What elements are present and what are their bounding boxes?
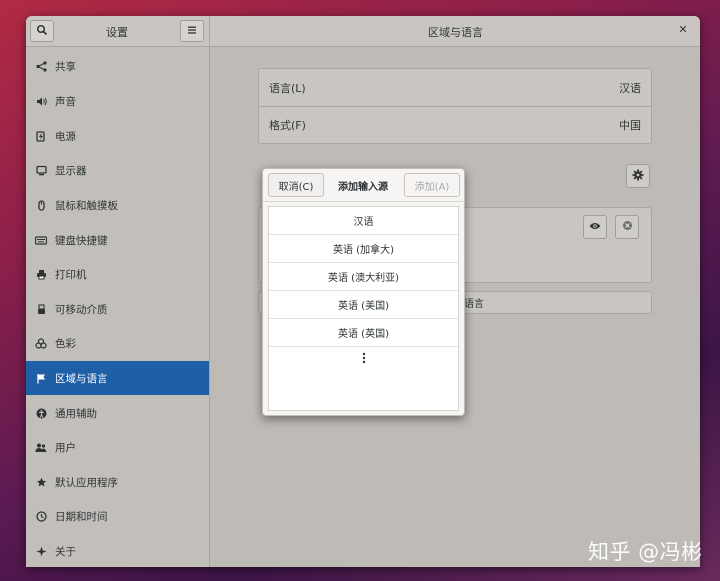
sidebar-item-label: 色彩	[55, 337, 76, 350]
sidebar-item-label: 可移动介质	[55, 303, 108, 316]
sidebar-item-power[interactable]: 电源	[26, 119, 209, 153]
gear-icon	[632, 169, 644, 184]
accessibility-icon	[35, 407, 47, 419]
speaker-icon	[35, 95, 47, 107]
sidebar-item-label: 关于	[55, 545, 76, 558]
dialog-title: 添加输入源	[338, 182, 388, 193]
list-item[interactable]: 汉语	[269, 207, 458, 235]
list-item-label: 英语 (美国)	[338, 301, 389, 312]
sidebar: 共享 声音 电源 显示器 鼠标和触摸板 键盘快捷键 打印机 可移动介质 色彩 区…	[26, 47, 210, 567]
language-label: 语言(L)	[269, 81, 306, 95]
add-label: 添加(A)	[414, 181, 450, 193]
sidebar-item-label: 电源	[55, 130, 76, 143]
close-button[interactable]: ✕	[676, 23, 690, 37]
dialog-header: 取消(C) 添加输入源 添加(A)	[263, 169, 464, 202]
language-row[interactable]: 语言(L) 汉语	[259, 69, 651, 106]
users-icon	[35, 441, 47, 453]
sidebar-item-keyboard[interactable]: 键盘快捷键	[26, 223, 209, 257]
sidebar-item-date-time[interactable]: 日期和时间	[26, 499, 209, 533]
remove-input-source-button[interactable]	[615, 215, 639, 239]
list-item[interactable]: 英语 (美国)	[269, 291, 458, 319]
display-icon	[35, 164, 47, 176]
header-bar: 设置 区域与语言 ✕	[26, 16, 700, 47]
more-row[interactable]	[269, 347, 458, 371]
sidebar-item-removable-media[interactable]: 可移动介质	[26, 292, 209, 326]
sidebar-item-label: 区域与语言	[55, 372, 108, 385]
sidebar-item-mouse[interactable]: 鼠标和触摸板	[26, 188, 209, 222]
flag-icon	[35, 372, 47, 384]
sidebar-item-label: 用户	[55, 441, 76, 454]
removable-media-icon	[35, 303, 47, 315]
share-icon	[35, 60, 47, 72]
eye-icon	[589, 221, 601, 234]
search-icon	[36, 24, 48, 39]
close-icon: ✕	[678, 23, 688, 36]
sidebar-item-label: 打印机	[55, 268, 87, 281]
header-separator	[209, 16, 210, 46]
list-item-label: 英语 (英国)	[338, 329, 389, 340]
formats-row[interactable]: 格式(F) 中国	[259, 106, 651, 143]
sidebar-item-accessibility[interactable]: 通用辅助	[26, 396, 209, 430]
search-button[interactable]	[30, 20, 54, 42]
sidebar-title: 设置	[106, 26, 128, 39]
menu-button[interactable]	[180, 20, 204, 42]
power-icon	[35, 130, 47, 142]
sidebar-item-sharing[interactable]: 共享	[26, 49, 209, 83]
sidebar-item-label: 共享	[55, 60, 76, 73]
sidebar-item-label: 日期和时间	[55, 510, 108, 523]
cancel-button[interactable]: 取消(C)	[268, 173, 324, 197]
more-vertical-icon	[362, 352, 366, 367]
sidebar-item-region-language[interactable]: 区域与语言	[26, 361, 209, 395]
sidebar-item-label: 通用辅助	[55, 407, 97, 420]
sidebar-item-printers[interactable]: 打印机	[26, 257, 209, 291]
input-source-list: 汉语 英语 (加拿大) 英语 (澳大利亚) 英语 (美国) 英语 (英国)	[268, 206, 459, 411]
watermark: 知乎 @冯彬	[588, 540, 703, 564]
add-input-source-dialog: 取消(C) 添加输入源 添加(A) 汉语 英语 (加拿大) 英语 (澳大利亚) …	[262, 168, 465, 416]
list-item-label: 汉语	[353, 217, 374, 228]
list-item[interactable]: 英语 (澳大利亚)	[269, 263, 458, 291]
add-button[interactable]: 添加(A)	[404, 173, 460, 197]
sidebar-item-label: 显示器	[55, 164, 87, 177]
formats-label: 格式(F)	[269, 119, 306, 132]
input-options-button[interactable]	[626, 164, 650, 188]
sidebar-item-color[interactable]: 色彩	[26, 326, 209, 360]
sidebar-item-users[interactable]: 用户	[26, 430, 209, 464]
sidebar-item-label: 键盘快捷键	[55, 234, 108, 247]
content-title: 区域与语言	[428, 26, 483, 39]
hamburger-icon	[187, 25, 197, 38]
list-item[interactable]: 英语 (加拿大)	[269, 235, 458, 263]
language-value: 汉语	[619, 81, 641, 95]
sidebar-item-displays[interactable]: 显示器	[26, 153, 209, 187]
keyboard-icon	[35, 234, 47, 246]
sidebar-item-sound[interactable]: 声音	[26, 84, 209, 118]
star-icon	[35, 476, 47, 488]
list-item-label: 英语 (澳大利亚)	[328, 273, 399, 284]
sidebar-item-label: 鼠标和触摸板	[55, 199, 118, 212]
cancel-label: 取消(C)	[278, 181, 314, 193]
formats-value: 中国	[619, 119, 641, 132]
preview-layout-button[interactable]	[583, 215, 607, 239]
sidebar-item-label: 声音	[55, 95, 76, 108]
color-icon	[35, 337, 47, 349]
printer-icon	[35, 268, 47, 280]
list-item-label: 英语 (加拿大)	[333, 245, 394, 256]
sidebar-item-default-apps[interactable]: 默认应用程序	[26, 465, 209, 499]
sidebar-item-about[interactable]: 关于	[26, 534, 209, 567]
mouse-icon	[35, 199, 47, 211]
sidebar-item-label: 默认应用程序	[55, 476, 118, 489]
sparkle-icon	[35, 545, 47, 557]
clock-icon	[35, 510, 47, 522]
list-item[interactable]: 英语 (英国)	[269, 319, 458, 347]
language-format-panel: 语言(L) 汉语 格式(F) 中国	[258, 68, 652, 144]
remove-icon	[622, 220, 633, 234]
